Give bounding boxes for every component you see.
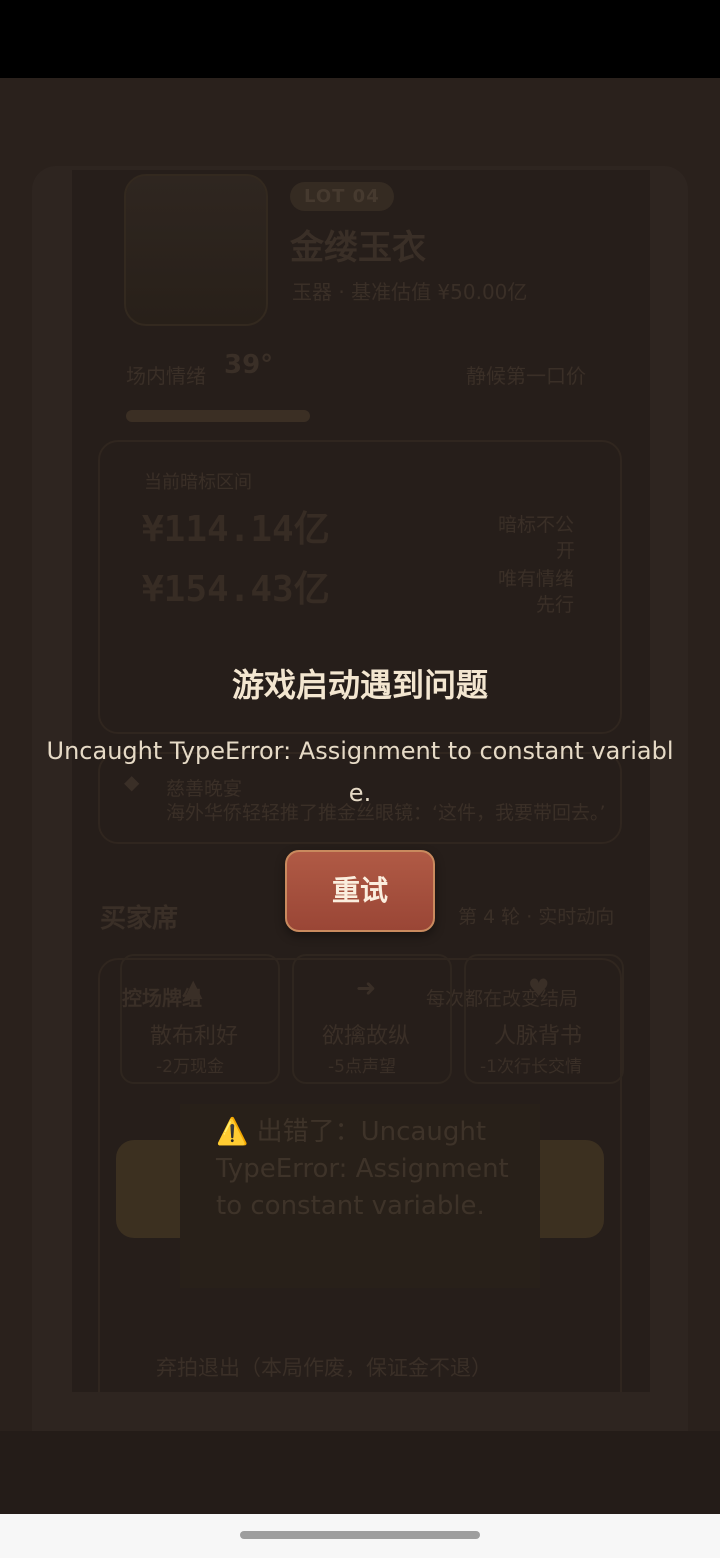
lot-image <box>124 174 268 326</box>
heart-icon: ♥ <box>528 974 550 1002</box>
action-title: 人脉背书 <box>494 1024 583 1049</box>
action-cost: -1次行长交情 <box>480 1057 582 1077</box>
action-title: 散布利好 <box>150 1024 239 1049</box>
lot-title: 金缕玉衣 <box>290 228 426 268</box>
lot-badge: LOT 04 <box>290 182 394 211</box>
round-info: 第 4 轮 · 实时动向 <box>458 906 615 928</box>
system-navigation-bar <box>0 1514 720 1558</box>
bid-low: ¥114.14亿 <box>142 509 330 550</box>
mood-value: 39° <box>224 350 274 380</box>
action-card-good-news[interactable]: ▲ 散布利好 -2万现金 <box>120 954 280 1084</box>
megaphone-icon: ▲ <box>184 974 203 1002</box>
quit-button[interactable]: 弃拍退出（本局作废，保证金不退） <box>156 1352 492 1382</box>
hand-icon: ➜ <box>356 974 377 1002</box>
bid-range-label: 当前暗标区间 <box>144 472 252 493</box>
action-card-endorsement[interactable]: ♥ 人脉背书 -1次行长交情 <box>464 954 624 1084</box>
status-bar <box>0 0 720 78</box>
error-dialog-title: 游戏启动遇到问题 <box>231 666 488 704</box>
action-card-play-hard[interactable]: ➜ 欲擒故纵 -5点声望 <box>292 954 452 1084</box>
lot-subtitle: 玉器 · 基准估值 ¥50.00亿 <box>292 280 528 304</box>
bid-note-3: 唯有情绪 <box>498 568 575 590</box>
bid-high: ¥154.43亿 <box>142 569 330 610</box>
bid-note-4: 先行 <box>536 594 575 616</box>
mood-label: 场内情绪 <box>126 364 206 388</box>
bid-note-2: 开 <box>556 540 576 562</box>
mood-bar <box>126 410 310 422</box>
waiting-label: 静候第一口价 <box>466 364 586 388</box>
retry-button[interactable]: 重试 <box>285 850 435 932</box>
error-dialog-message: Uncaught TypeError: Assignment to consta… <box>46 737 674 807</box>
action-cost: -5点声望 <box>328 1057 396 1077</box>
bottom-tab-bar <box>0 1431 720 1514</box>
error-toast: ⚠️ 出错了：Uncaught TypeError: Assignment to… <box>180 1104 540 1288</box>
action-title: 欲擒故纵 <box>322 1024 411 1049</box>
action-cost: -2万现金 <box>156 1057 224 1077</box>
home-indicator[interactable] <box>240 1531 480 1539</box>
error-toast-text: ⚠️ 出错了：Uncaught TypeError: Assignment to… <box>216 1117 509 1221</box>
bid-note-1: 暗标不公 <box>498 514 575 536</box>
buyer-section-title: 买家席 <box>100 904 179 934</box>
